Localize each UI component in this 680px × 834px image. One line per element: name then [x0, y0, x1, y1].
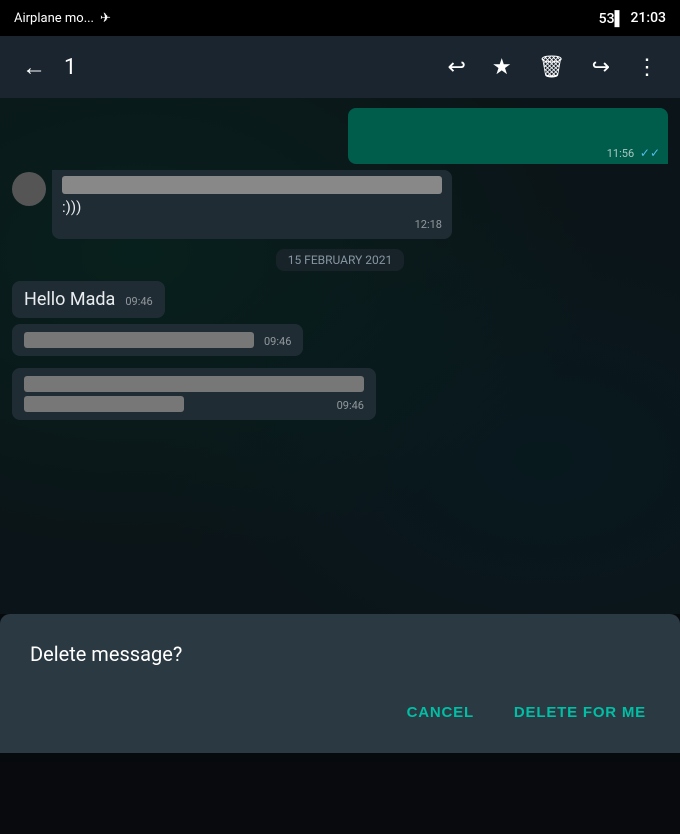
redacted-content [24, 396, 184, 412]
forward-button[interactable]: ↪ [584, 47, 618, 88]
time-display: 21:03 [630, 10, 666, 26]
message-time: 09:46 [337, 399, 364, 412]
selection-count: 1 [64, 55, 76, 80]
message-text: Hello Mada [24, 289, 115, 310]
chat-area: 11:56 ✓✓ :))) 12:18 15 FEBRUARY 2021 Hel… [0, 98, 680, 614]
read-receipt-icon: ✓✓ [640, 146, 660, 160]
message-time: 09:46 [125, 295, 152, 308]
dialog-backdrop: Delete message? CANCEL DELETE FOR ME [0, 614, 680, 834]
message-bubble-incoming: :))) 12:18 [52, 170, 452, 239]
redacted-content [24, 332, 254, 348]
message-bubble: 09:46 [12, 324, 303, 356]
avatar [12, 172, 46, 206]
cancel-button[interactable]: CANCEL [403, 696, 478, 729]
airplane-mode-label: Airplane mo... [14, 11, 94, 26]
status-bar: Airplane mo... ✈ 53▌ 21:03 [0, 0, 680, 36]
date-pill-label: 15 FEBRUARY 2021 [276, 249, 405, 271]
reply-button[interactable]: ↩ [439, 47, 473, 88]
delete-dialog: Delete message? CANCEL DELETE FOR ME [0, 614, 680, 753]
message-redacted-2: 09:46 [12, 368, 668, 426]
message-incoming: :))) 12:18 [12, 170, 668, 239]
delete-button[interactable]: 🗑 [530, 47, 574, 88]
message-time: 12:18 [415, 218, 442, 231]
date-separator: 15 FEBRUARY 2021 [12, 249, 668, 271]
message-bubble: Hello Mada 09:46 [12, 281, 165, 318]
redacted-content [62, 176, 442, 194]
message-bubble-image: 11:56 ✓✓ [348, 108, 668, 164]
message-hello: Hello Mada 09:46 [12, 281, 668, 318]
battery-indicator: 53▌ [599, 10, 625, 27]
dialog-title: Delete message? [30, 642, 650, 666]
message-bubble: 09:46 [12, 368, 376, 420]
status-left: Airplane mo... ✈ [14, 11, 111, 26]
delete-for-me-button[interactable]: DELETE FOR ME [510, 696, 650, 729]
message-time: 11:56 ✓✓ [607, 146, 660, 160]
dialog-buttons: CANCEL DELETE FOR ME [30, 696, 650, 729]
more-options-button[interactable]: ⋮ [628, 47, 666, 88]
message-text: :))) [62, 198, 442, 216]
status-right: 53▌ 21:03 [599, 10, 666, 27]
redacted-content [24, 376, 364, 392]
airplane-icon: ✈ [100, 11, 111, 26]
back-button[interactable]: ← [14, 45, 54, 90]
message-outgoing-image: 11:56 ✓✓ [12, 108, 668, 164]
toolbar: ← 1 ↩ ★ 🗑 ↪ ⋮ [0, 36, 680, 98]
message-time: 09:46 [264, 335, 291, 348]
star-button[interactable]: ★ [484, 47, 520, 88]
message-redacted-1: 09:46 [12, 324, 668, 362]
